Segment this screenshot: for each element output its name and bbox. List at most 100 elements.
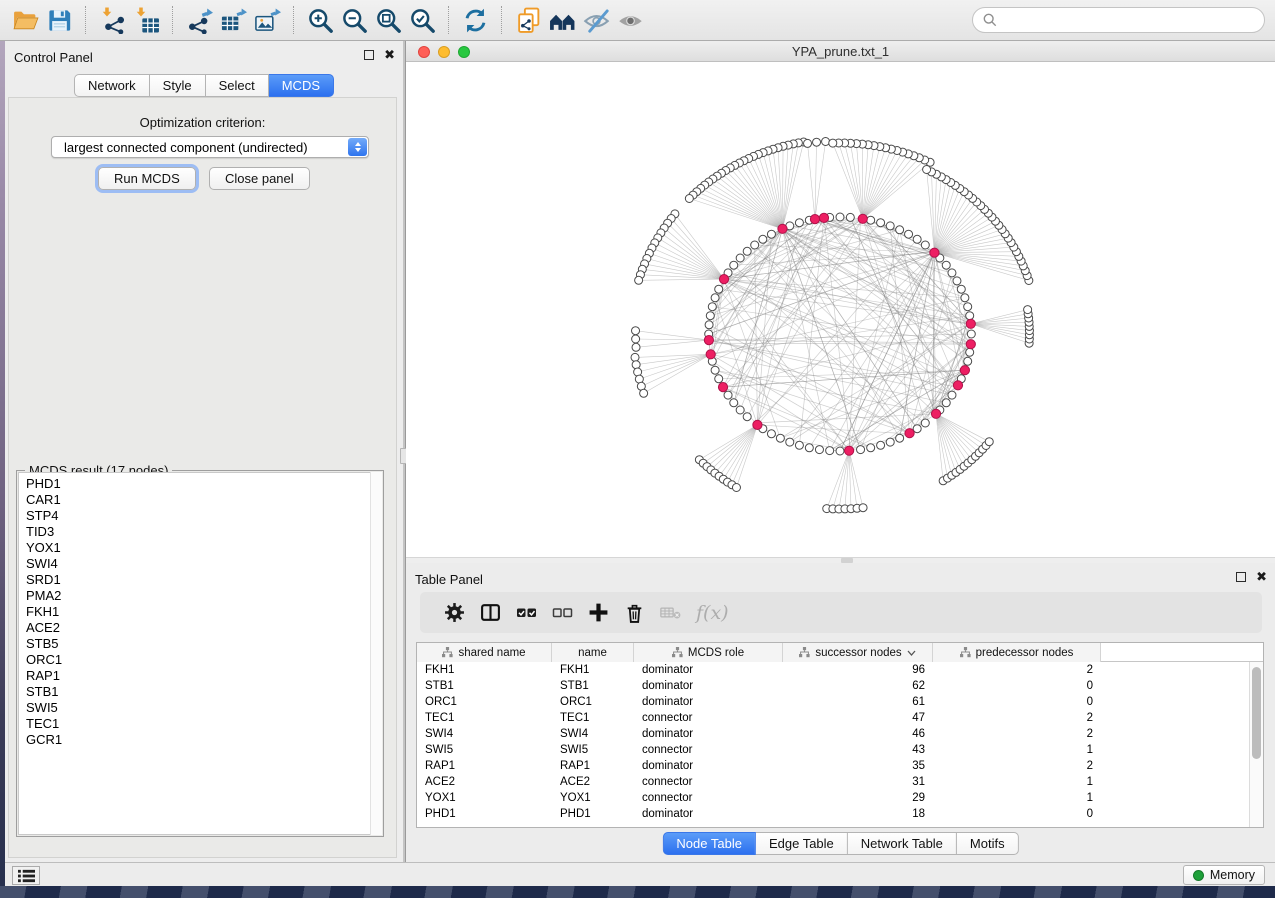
close-panel-button[interactable]: Close panel	[209, 167, 310, 190]
leaf-node[interactable]	[631, 353, 639, 361]
network-node[interactable]	[705, 321, 713, 329]
mcds-result-item[interactable]: STP4	[19, 508, 381, 524]
create-column-button[interactable]	[580, 595, 616, 631]
dominator-node[interactable]	[753, 420, 762, 429]
dominator-node[interactable]	[858, 214, 867, 223]
leaf-node[interactable]	[859, 504, 867, 512]
dominator-node[interactable]	[966, 319, 975, 328]
network-node[interactable]	[776, 434, 784, 442]
network-node[interactable]	[708, 303, 716, 311]
network-node[interactable]	[836, 213, 844, 221]
mcds-result-item[interactable]: TEC1	[19, 716, 381, 732]
clone-network-button[interactable]	[511, 3, 545, 37]
network-node[interactable]	[877, 441, 885, 449]
mcds-result-item[interactable]: PHD1	[19, 476, 381, 492]
table-row[interactable]: STB1STB1dominator620	[417, 678, 1249, 694]
network-node[interactable]	[715, 285, 723, 293]
export-table-button[interactable]	[216, 3, 250, 37]
table-row[interactable]: RAP1RAP1dominator352	[417, 758, 1249, 774]
network-node[interactable]	[724, 391, 732, 399]
tab-select[interactable]: Select	[206, 74, 269, 97]
network-node[interactable]	[886, 438, 894, 446]
zoom-fit-button[interactable]	[371, 3, 405, 37]
network-node[interactable]	[948, 269, 956, 277]
table-row[interactable]: ACE2ACE2connector311	[417, 774, 1249, 790]
network-node[interactable]	[759, 235, 767, 243]
hide-all-columns-button[interactable]	[544, 595, 580, 631]
column-header-shared[interactable]: shared name	[417, 643, 552, 662]
float-panel-icon[interactable]	[1236, 572, 1246, 582]
delete-column-button[interactable]	[616, 595, 652, 631]
select-columns-button[interactable]	[472, 595, 508, 631]
network-node[interactable]	[967, 330, 975, 338]
network-node[interactable]	[867, 444, 875, 452]
table-row[interactable]: FKH1FKH1dominator962	[417, 662, 1249, 678]
network-node[interactable]	[964, 357, 972, 365]
criterion-dropdown[interactable]: largest connected component (undirected)	[51, 136, 369, 158]
dominator-node[interactable]	[810, 215, 819, 224]
export-network-button[interactable]	[182, 3, 216, 37]
network-node[interactable]	[767, 430, 775, 438]
export-image-button[interactable]	[250, 3, 284, 37]
table-scrollbar[interactable]	[1249, 662, 1263, 827]
dominator-node[interactable]	[845, 446, 854, 455]
table-row[interactable]: YOX1YOX1connector291	[417, 790, 1249, 806]
zoom-in-button[interactable]	[303, 3, 337, 37]
import-network-button[interactable]	[95, 3, 129, 37]
network-node[interactable]	[957, 285, 965, 293]
network-node[interactable]	[877, 219, 885, 227]
leaf-node[interactable]	[1024, 306, 1032, 314]
tab-style[interactable]: Style	[150, 74, 206, 97]
dominator-node[interactable]	[719, 275, 728, 284]
network-node[interactable]	[805, 444, 813, 452]
column-header-predecessors[interactable]: predecessor nodes	[933, 643, 1101, 662]
mcds-result-item[interactable]: FKH1	[19, 604, 381, 620]
network-node[interactable]	[886, 222, 894, 230]
dominator-node[interactable]	[819, 213, 828, 222]
network-node[interactable]	[961, 294, 969, 302]
network-node[interactable]	[786, 438, 794, 446]
network-node[interactable]	[921, 241, 929, 249]
table-settings-button[interactable]	[436, 595, 472, 631]
network-node[interactable]	[846, 213, 854, 221]
leaf-node[interactable]	[813, 138, 821, 146]
table-scrollbar-thumb[interactable]	[1252, 667, 1261, 759]
leaf-node[interactable]	[985, 438, 993, 446]
column-header-successors[interactable]: successor nodes	[783, 643, 933, 662]
mcds-result-item[interactable]: CAR1	[19, 492, 381, 508]
delete-table-button[interactable]	[652, 595, 688, 631]
mcds-result-item[interactable]: ACE2	[19, 620, 381, 636]
network-node[interactable]	[896, 226, 904, 234]
network-node[interactable]	[942, 261, 950, 269]
mcds-result-item[interactable]: SWI4	[19, 556, 381, 572]
network-node[interactable]	[836, 447, 844, 455]
network-node[interactable]	[921, 419, 929, 427]
leaf-node[interactable]	[640, 389, 648, 397]
network-node[interactable]	[948, 391, 956, 399]
show-all-button[interactable]	[613, 3, 647, 37]
network-node[interactable]	[795, 441, 803, 449]
network-node[interactable]	[730, 261, 738, 269]
mcds-result-item[interactable]: YOX1	[19, 540, 381, 556]
network-node[interactable]	[706, 312, 714, 320]
tab-network[interactable]: Network	[74, 74, 150, 97]
task-history-button[interactable]	[12, 866, 40, 885]
column-header-name[interactable]: name	[552, 643, 634, 662]
network-node[interactable]	[964, 303, 972, 311]
leaf-node[interactable]	[829, 139, 837, 147]
memory-button[interactable]: Memory	[1183, 865, 1265, 885]
tab-mcds[interactable]: MCDS	[269, 74, 334, 97]
network-node[interactable]	[896, 434, 904, 442]
zoom-out-button[interactable]	[337, 3, 371, 37]
network-node[interactable]	[743, 413, 751, 421]
column-header-role[interactable]: MCDS role	[634, 643, 783, 662]
leaf-node[interactable]	[804, 139, 812, 147]
leaf-node[interactable]	[822, 138, 830, 146]
network-node[interactable]	[711, 366, 719, 374]
first-neighbors-button[interactable]	[545, 3, 579, 37]
leaf-node[interactable]	[923, 166, 931, 174]
network-node[interactable]	[913, 235, 921, 243]
table-row[interactable]: SWI5SWI5connector431	[417, 742, 1249, 758]
open-session-button[interactable]	[8, 3, 42, 37]
network-node[interactable]	[795, 219, 803, 227]
